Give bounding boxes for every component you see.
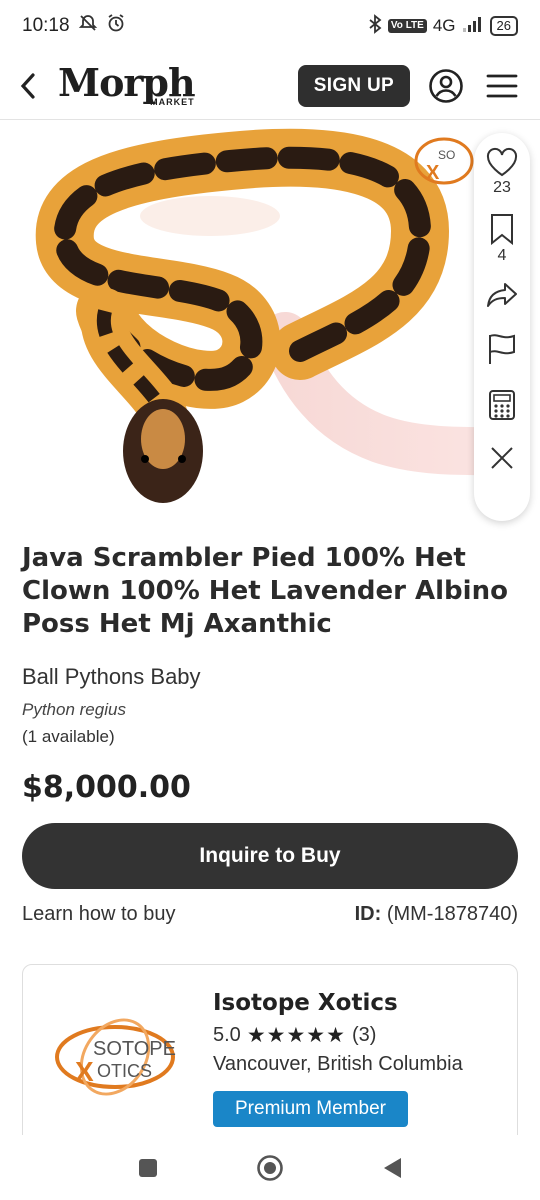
seller-logo-bottom: OTICS <box>97 1061 152 1081</box>
seller-name[interactable]: Isotope Xotics <box>213 990 398 1016</box>
availability: (1 available) <box>22 727 115 746</box>
status-time: 10:18 <box>22 15 70 36</box>
isotope-watermark-logo: SO X <box>414 137 474 185</box>
listing-id: ID: (MM-1878740) <box>355 903 518 926</box>
listing-id-value: (MM-1878740) <box>386 903 518 925</box>
volte-badge: Vo LTE <box>387 19 427 33</box>
svg-text:X: X <box>426 162 440 184</box>
svg-text:X: X <box>75 1056 94 1087</box>
account-button[interactable] <box>426 66 466 106</box>
svg-text:SO: SO <box>438 148 455 162</box>
listing-photo[interactable]: SO X <box>0 121 540 521</box>
report-button[interactable] <box>487 333 517 365</box>
hamburger-menu-icon <box>486 74 518 97</box>
alarm-clock-icon <box>106 13 126 39</box>
logo-subtext: MARKET <box>150 97 195 107</box>
save-count: 4 <box>497 247 507 264</box>
alarm-off-icon <box>78 13 98 39</box>
status-bar: 10:18 Vo LTE 4G 26 <box>0 0 540 52</box>
menu-button[interactable] <box>482 66 522 106</box>
app-header: Morph MARKET SIGN UP <box>0 52 540 120</box>
listing-id-label: ID: <box>354 903 382 925</box>
like-count: 23 <box>493 179 511 196</box>
action-rail: 23 4 <box>474 133 530 521</box>
share-arrow-icon <box>487 283 517 307</box>
close-icon <box>491 447 513 469</box>
heart-icon <box>486 147 518 177</box>
morph-market-logo[interactable]: Morph MARKET <box>58 64 196 107</box>
back-nav-button[interactable] <box>374 1150 410 1186</box>
battery-indicator: 26 <box>489 16 518 36</box>
signup-button[interactable]: SIGN UP <box>297 64 410 107</box>
inquire-button[interactable]: Inquire to Buy <box>22 823 518 889</box>
flag-icon <box>489 334 515 364</box>
network-label: 4G <box>432 16 456 35</box>
signal-icon <box>462 16 484 36</box>
home-button[interactable] <box>252 1150 288 1186</box>
seller-logo: SOTOPE X OTICS <box>55 1018 176 1096</box>
calculator-button[interactable] <box>488 389 516 421</box>
star-rating-icon: ★★★★★ <box>246 1024 346 1047</box>
user-circle-icon <box>429 68 463 103</box>
listing-category: Ball Pythons Baby <box>22 664 201 689</box>
save-button[interactable]: 4 <box>489 213 515 265</box>
rating-score: 5.0 <box>213 1024 241 1046</box>
close-rail-button[interactable] <box>489 445 515 471</box>
bluetooth-icon <box>368 14 382 38</box>
calculator-icon <box>489 390 515 420</box>
learn-how-to-buy-link[interactable]: Learn how to buy <box>22 903 175 926</box>
scientific-name: Python regius <box>22 700 126 719</box>
back-button[interactable] <box>18 66 48 106</box>
seller-rating: 5.0 ★★★★★ (3) <box>213 1023 376 1048</box>
home-circle-icon <box>257 1154 283 1181</box>
seller-card[interactable]: SOTOPE X OTICS Isotope Xotics 5.0 ★★★★★ … <box>22 964 518 1154</box>
chevron-left-icon <box>20 72 35 99</box>
seller-logo-top: SOTOPE <box>93 1038 176 1060</box>
listing-price: $8,000.00 <box>22 770 191 805</box>
square-icon <box>139 1158 157 1177</box>
triangle-back-icon <box>384 1157 401 1178</box>
recents-button[interactable] <box>130 1150 166 1186</box>
like-button[interactable]: 23 <box>485 147 519 197</box>
seller-location: Vancouver, British Columbia <box>213 1053 463 1075</box>
review-count[interactable]: (3) <box>352 1024 376 1047</box>
share-button[interactable] <box>485 281 519 309</box>
system-nav-bar <box>0 1135 540 1200</box>
bookmark-icon <box>491 214 513 245</box>
listing-title: Java Scrambler Pied 100% Het Clown 100% … <box>22 543 508 639</box>
premium-member-badge: Premium Member <box>213 1091 408 1127</box>
